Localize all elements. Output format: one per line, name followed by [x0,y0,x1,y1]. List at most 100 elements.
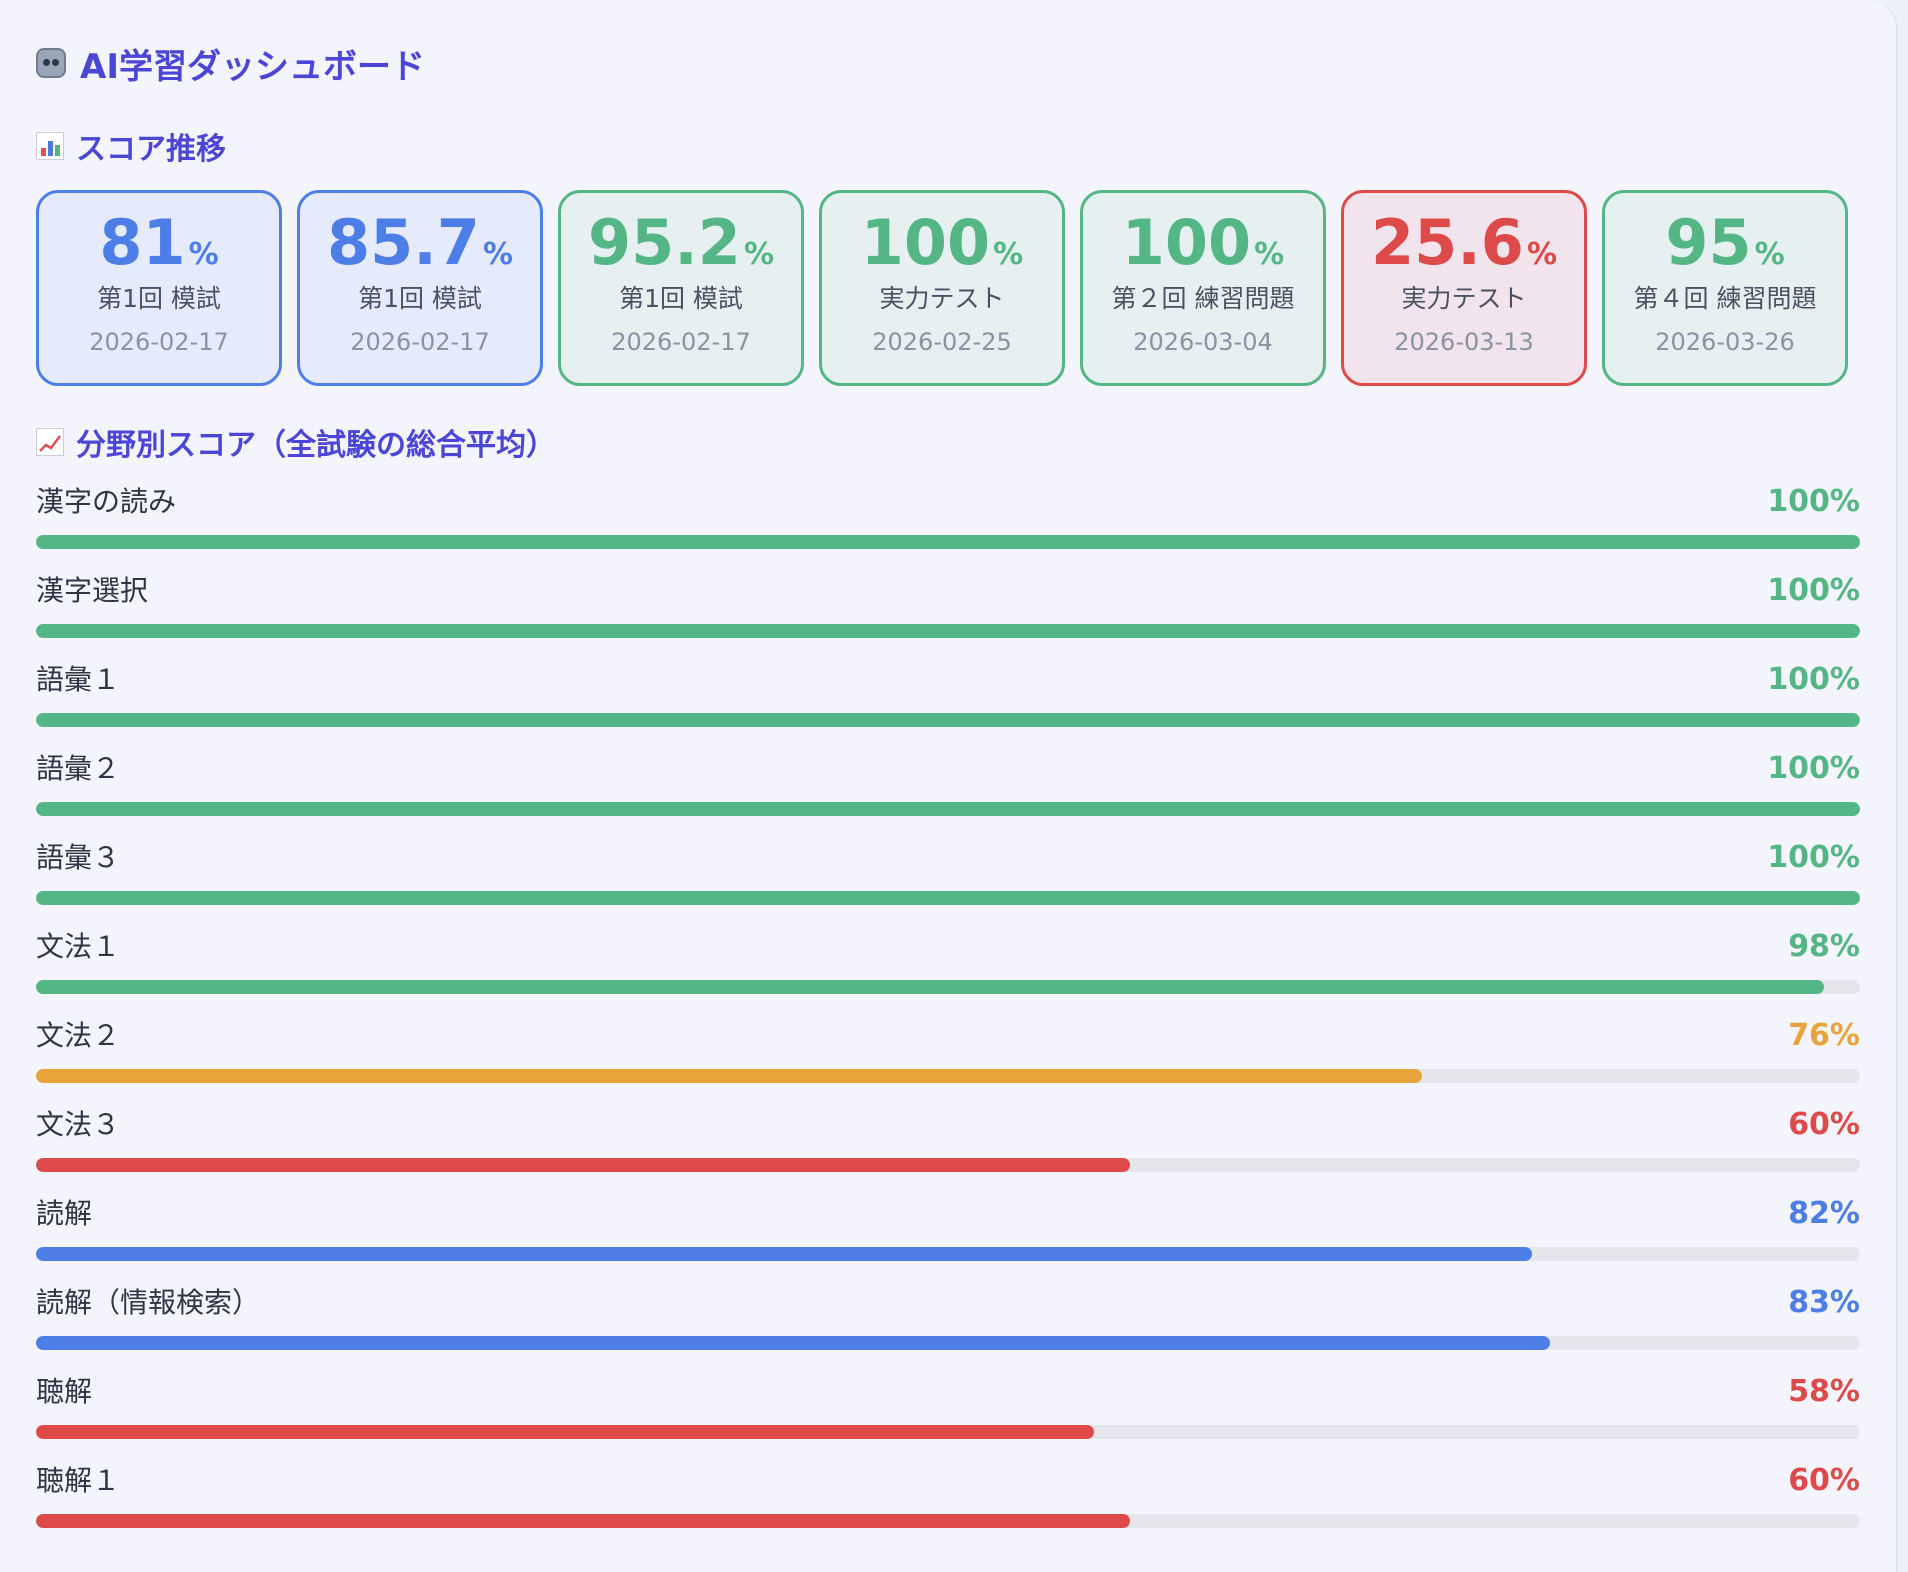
subject-progress-fill [36,1069,1423,1083]
score-value: 25.6% [1344,209,1584,277]
subject-percent: 100% [1767,840,1860,875]
score-card: 100% 第２回 練習問題 2026-03-04 [1080,190,1326,386]
score-card: 85.7% 第1回 模試 2026-02-17 [297,190,543,386]
subject-progress-fill [36,1514,1131,1528]
subject-percent: 60% [1788,1463,1860,1498]
score-value: 100% [822,209,1062,277]
subject-name: 読解（情報検索） [36,1286,261,1319]
subject-progress-fill [36,1336,1550,1350]
subject-row: 読解（情報検索） 83% [36,1285,1860,1374]
score-number: 85.7 [326,206,480,279]
score-card: 95.2% 第1回 模試 2026-02-17 [558,190,804,386]
subject-progress-fill [36,802,1860,816]
exam-date: 2026-03-04 [1133,328,1273,356]
exam-label: 第４回 練習問題 [1633,284,1817,313]
subject-progress-track [36,713,1860,727]
score-number: 95 [1665,206,1752,279]
subject-name: 読解 [36,1197,93,1230]
subject-percent: 58% [1788,1374,1860,1409]
exam-date: 2026-02-17 [611,328,751,356]
subject-progress-track [36,1069,1860,1083]
exam-date: 2026-02-17 [89,328,229,356]
subject-name: 語彙３ [36,841,121,874]
score-value: 95.2% [561,209,801,277]
subject-row: 聴解１ 60% [36,1463,1860,1552]
subject-progress-track [36,980,1860,994]
score-unit: % [993,237,1024,272]
score-card: 100% 実力テスト 2026-02-25 [819,190,1065,386]
subject-progress-track [36,1158,1860,1172]
subject-row: 文法３ 60% [36,1107,1860,1196]
score-number: 100 [860,206,991,279]
subject-section-title: 分野別スコア（全試験の総合平均） [76,428,556,463]
exam-label: 第1回 模試 [619,284,743,313]
subject-name: 文法１ [36,930,121,963]
score-number: 81 [99,206,186,279]
score-section-header: スコア推移 [36,124,1860,168]
subject-row: 文法２ 76% [36,1018,1860,1107]
subject-progress-track [36,802,1860,816]
subject-percent: 60% [1788,1107,1860,1142]
score-card: 25.6% 実力テスト 2026-03-13 [1341,190,1587,386]
score-value: 81% [39,209,279,277]
score-card: 95% 第４回 練習問題 2026-03-26 [1602,190,1848,386]
subject-name: 聴解１ [36,1464,121,1497]
score-value: 95% [1605,209,1845,277]
subject-row: 漢字の読み 100% [36,484,1860,573]
bar-chart-icon [36,132,64,160]
subject-name: 聴解 [36,1375,93,1408]
dashboard-panel: AI学習ダッシュボード スコア推移 81% 第1回 模試 2026-02-17 85.… [0,0,1898,1572]
subject-row: 語彙１ 100% [36,662,1860,751]
score-value: 85.7% [300,209,540,277]
subject-progress-fill [36,1247,1532,1261]
score-card-list: 81% 第1回 模試 2026-02-17 85.7% 第1回 模試 2026-02-17… [36,190,1860,386]
subject-name: 漢字の読み [36,485,177,518]
score-unit: % [1254,237,1285,272]
score-number: 95.2 [587,206,741,279]
subject-progress-fill [36,1158,1131,1172]
score-unit: % [1526,237,1558,272]
subject-progress-fill [36,624,1860,638]
subject-progress-track [36,535,1860,549]
dashboard-header: AI学習ダッシュボード [36,38,1860,88]
trend-chart-icon [36,428,64,456]
subject-percent: 82% [1788,1196,1860,1231]
score-section-title: スコア推移 [76,132,226,167]
score-unit: % [1754,237,1785,272]
score-number: 100 [1121,206,1252,279]
exam-label: 第２回 練習問題 [1111,284,1295,313]
exam-label: 第1回 模試 [97,284,221,313]
exam-label: 実力テスト [1401,284,1527,313]
score-card: 81% 第1回 模試 2026-02-17 [36,190,282,386]
subject-percent: 83% [1788,1285,1860,1320]
subject-score-list: 漢字の読み 100% 漢字選択 100% 語彙１ 100% 語彙２ 100% 語彙３ 100% 文法… [36,484,1860,1552]
score-number: 25.6 [1370,206,1524,279]
subject-name: 語彙２ [36,752,121,785]
subject-row: 語彙２ 100% [36,751,1860,840]
subject-progress-track [36,1247,1860,1261]
robot-icon [36,48,66,78]
subject-section-header: 分野別スコア（全試験の総合平均） [36,420,1860,464]
subject-progress-track [36,1514,1860,1528]
exam-label: 第1回 模試 [358,284,482,313]
exam-date: 2026-03-26 [1655,328,1795,356]
exam-date: 2026-02-17 [350,328,490,356]
subject-progress-track [36,1336,1860,1350]
subject-progress-fill [36,713,1860,727]
exam-date: 2026-03-13 [1394,328,1534,356]
subject-row: 文法１ 98% [36,929,1860,1018]
subject-progress-track [36,891,1860,905]
subject-percent: 100% [1767,662,1860,697]
subject-name: 漢字選択 [36,574,149,607]
subject-percent: 98% [1788,929,1860,964]
subject-percent: 100% [1767,573,1860,608]
subject-name: 文法２ [36,1019,121,1052]
subject-progress-fill [36,535,1860,549]
subject-name: 語彙１ [36,663,121,696]
subject-percent: 100% [1767,484,1860,519]
subject-percent: 100% [1767,751,1860,786]
score-value: 100% [1083,209,1323,277]
subject-progress-fill [36,980,1824,994]
subject-row: 聴解 58% [36,1374,1860,1463]
exam-label: 実力テスト [879,284,1005,313]
